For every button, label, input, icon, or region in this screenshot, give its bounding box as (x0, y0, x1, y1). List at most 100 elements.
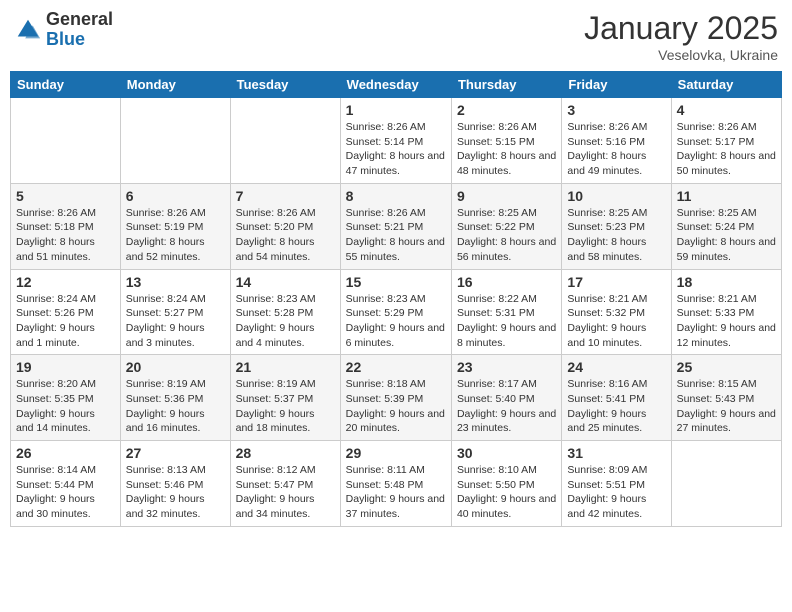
day-number: 8 (346, 188, 446, 204)
day-number: 28 (236, 445, 335, 461)
logo-icon (14, 16, 42, 44)
calendar-cell: 6 Sunrise: 8:26 AM Sunset: 5:19 PM Daylig… (120, 183, 230, 269)
calendar-cell: 1 Sunrise: 8:26 AM Sunset: 5:14 PM Daylig… (340, 98, 451, 184)
day-number: 9 (457, 188, 556, 204)
page-header: General Blue January 2025 Veselovka, Ukr… (10, 10, 782, 63)
day-number: 21 (236, 359, 335, 375)
day-info: Sunrise: 8:25 AM Sunset: 5:22 PM Dayligh… (457, 206, 556, 265)
day-info: Sunrise: 8:26 AM Sunset: 5:19 PM Dayligh… (126, 206, 225, 265)
location: Veselovka, Ukraine (584, 47, 778, 63)
calendar-table: SundayMondayTuesdayWednesdayThursdayFrid… (10, 71, 782, 527)
calendar-cell: 3 Sunrise: 8:26 AM Sunset: 5:16 PM Daylig… (562, 98, 671, 184)
day-info: Sunrise: 8:25 AM Sunset: 5:24 PM Dayligh… (677, 206, 776, 265)
day-info: Sunrise: 8:14 AM Sunset: 5:44 PM Dayligh… (16, 463, 115, 522)
day-number: 5 (16, 188, 115, 204)
day-number: 30 (457, 445, 556, 461)
day-number: 13 (126, 274, 225, 290)
day-number: 18 (677, 274, 776, 290)
day-number: 12 (16, 274, 115, 290)
day-number: 16 (457, 274, 556, 290)
day-info: Sunrise: 8:23 AM Sunset: 5:28 PM Dayligh… (236, 292, 335, 351)
day-info: Sunrise: 8:13 AM Sunset: 5:46 PM Dayligh… (126, 463, 225, 522)
calendar-cell: 9 Sunrise: 8:25 AM Sunset: 5:22 PM Daylig… (451, 183, 561, 269)
day-info: Sunrise: 8:18 AM Sunset: 5:39 PM Dayligh… (346, 377, 446, 436)
day-info: Sunrise: 8:21 AM Sunset: 5:32 PM Dayligh… (567, 292, 665, 351)
logo: General Blue (14, 10, 113, 50)
day-info: Sunrise: 8:19 AM Sunset: 5:37 PM Dayligh… (236, 377, 335, 436)
calendar-cell: 26 Sunrise: 8:14 AM Sunset: 5:44 PM Dayli… (11, 441, 121, 527)
day-number: 20 (126, 359, 225, 375)
day-info: Sunrise: 8:25 AM Sunset: 5:23 PM Dayligh… (567, 206, 665, 265)
day-info: Sunrise: 8:23 AM Sunset: 5:29 PM Dayligh… (346, 292, 446, 351)
day-info: Sunrise: 8:24 AM Sunset: 5:27 PM Dayligh… (126, 292, 225, 351)
day-info: Sunrise: 8:26 AM Sunset: 5:14 PM Dayligh… (346, 120, 446, 179)
day-of-week-header: Thursday (451, 72, 561, 98)
day-info: Sunrise: 8:26 AM Sunset: 5:21 PM Dayligh… (346, 206, 446, 265)
day-info: Sunrise: 8:24 AM Sunset: 5:26 PM Dayligh… (16, 292, 115, 351)
calendar-cell: 25Sunrise: 8:15 AM Sunset: 5:43 PM Dayli… (671, 355, 781, 441)
calendar-cell: 7 Sunrise: 8:26 AM Sunset: 5:20 PM Daylig… (230, 183, 340, 269)
day-number: 31 (567, 445, 665, 461)
calendar-cell: 24 Sunrise: 8:16 AM Sunset: 5:41 PM Dayli… (562, 355, 671, 441)
title-block: January 2025 Veselovka, Ukraine (584, 10, 778, 63)
day-info: Sunrise: 8:12 AM Sunset: 5:47 PM Dayligh… (236, 463, 335, 522)
calendar-cell: 11Sunrise: 8:25 AM Sunset: 5:24 PM Dayli… (671, 183, 781, 269)
day-info: Sunrise: 8:26 AM Sunset: 5:16 PM Dayligh… (567, 120, 665, 179)
day-of-week-header: Wednesday (340, 72, 451, 98)
day-info: Sunrise: 8:17 AM Sunset: 5:40 PM Dayligh… (457, 377, 556, 436)
day-info: Sunrise: 8:22 AM Sunset: 5:31 PM Dayligh… (457, 292, 556, 351)
calendar-cell: 30 Sunrise: 8:10 AM Sunset: 5:50 PM Dayli… (451, 441, 561, 527)
day-of-week-header: Monday (120, 72, 230, 98)
calendar-cell: 4Sunrise: 8:26 AM Sunset: 5:17 PM Daylig… (671, 98, 781, 184)
calendar-cell: 12 Sunrise: 8:24 AM Sunset: 5:26 PM Dayli… (11, 269, 121, 355)
calendar-cell: 14 Sunrise: 8:23 AM Sunset: 5:28 PM Dayli… (230, 269, 340, 355)
day-number: 2 (457, 102, 556, 118)
day-number: 27 (126, 445, 225, 461)
calendar-cell (11, 98, 121, 184)
day-info: Sunrise: 8:16 AM Sunset: 5:41 PM Dayligh… (567, 377, 665, 436)
day-info: Sunrise: 8:19 AM Sunset: 5:36 PM Dayligh… (126, 377, 225, 436)
day-number: 26 (16, 445, 115, 461)
day-info: Sunrise: 8:26 AM Sunset: 5:15 PM Dayligh… (457, 120, 556, 179)
calendar-cell: 31 Sunrise: 8:09 AM Sunset: 5:51 PM Dayli… (562, 441, 671, 527)
calendar-cell: 8 Sunrise: 8:26 AM Sunset: 5:21 PM Daylig… (340, 183, 451, 269)
calendar-cell: 10 Sunrise: 8:25 AM Sunset: 5:23 PM Dayli… (562, 183, 671, 269)
day-info: Sunrise: 8:20 AM Sunset: 5:35 PM Dayligh… (16, 377, 115, 436)
day-number: 1 (346, 102, 446, 118)
day-of-week-header: Sunday (11, 72, 121, 98)
logo-text: General Blue (46, 10, 113, 50)
calendar-cell: 27 Sunrise: 8:13 AM Sunset: 5:46 PM Dayli… (120, 441, 230, 527)
day-number: 6 (126, 188, 225, 204)
day-info: Sunrise: 8:21 AM Sunset: 5:33 PM Dayligh… (677, 292, 776, 351)
day-number: 3 (567, 102, 665, 118)
day-info: Sunrise: 8:15 AM Sunset: 5:43 PM Dayligh… (677, 377, 776, 436)
day-info: Sunrise: 8:09 AM Sunset: 5:51 PM Dayligh… (567, 463, 665, 522)
day-number: 10 (567, 188, 665, 204)
month-title: January 2025 (584, 10, 778, 47)
calendar-cell: 15 Sunrise: 8:23 AM Sunset: 5:29 PM Dayli… (340, 269, 451, 355)
calendar-cell: 2 Sunrise: 8:26 AM Sunset: 5:15 PM Daylig… (451, 98, 561, 184)
day-info: Sunrise: 8:26 AM Sunset: 5:20 PM Dayligh… (236, 206, 335, 265)
day-info: Sunrise: 8:10 AM Sunset: 5:50 PM Dayligh… (457, 463, 556, 522)
day-of-week-header: Friday (562, 72, 671, 98)
day-info: Sunrise: 8:11 AM Sunset: 5:48 PM Dayligh… (346, 463, 446, 522)
day-number: 23 (457, 359, 556, 375)
day-number: 14 (236, 274, 335, 290)
calendar-cell (671, 441, 781, 527)
day-number: 24 (567, 359, 665, 375)
calendar-cell: 28 Sunrise: 8:12 AM Sunset: 5:47 PM Dayli… (230, 441, 340, 527)
day-info: Sunrise: 8:26 AM Sunset: 5:18 PM Dayligh… (16, 206, 115, 265)
day-number: 15 (346, 274, 446, 290)
day-info: Sunrise: 8:26 AM Sunset: 5:17 PM Dayligh… (677, 120, 776, 179)
day-number: 17 (567, 274, 665, 290)
calendar-cell: 20 Sunrise: 8:19 AM Sunset: 5:36 PM Dayli… (120, 355, 230, 441)
calendar-cell: 18 Sunrise: 8:21 AM Sunset: 5:33 PM Dayli… (671, 269, 781, 355)
calendar-cell: 17 Sunrise: 8:21 AM Sunset: 5:32 PM Dayli… (562, 269, 671, 355)
calendar-cell: 5 Sunrise: 8:26 AM Sunset: 5:18 PM Daylig… (11, 183, 121, 269)
day-number: 7 (236, 188, 335, 204)
calendar-cell: 21 Sunrise: 8:19 AM Sunset: 5:37 PM Dayli… (230, 355, 340, 441)
calendar-cell: 22Sunrise: 8:18 AM Sunset: 5:39 PM Dayli… (340, 355, 451, 441)
calendar-cell (230, 98, 340, 184)
calendar-cell (120, 98, 230, 184)
day-of-week-header: Tuesday (230, 72, 340, 98)
